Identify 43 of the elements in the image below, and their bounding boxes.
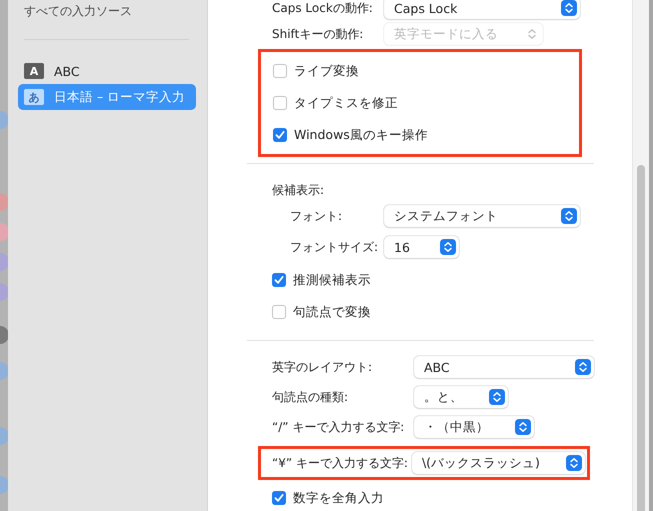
popup-select[interactable]: システムフォント bbox=[384, 205, 580, 227]
checkbox[interactable] bbox=[273, 128, 287, 142]
sidebar-item[interactable]: A ABC bbox=[18, 58, 196, 84]
input-source-badge: あ bbox=[24, 89, 44, 105]
stepper-icon bbox=[566, 455, 582, 471]
stepper-icon bbox=[515, 419, 531, 435]
stepper-icon bbox=[561, 208, 577, 224]
popup-select[interactable]: 16 bbox=[384, 236, 459, 258]
scrollbar-thumb[interactable] bbox=[637, 165, 645, 511]
checkbox[interactable] bbox=[273, 96, 287, 110]
popup-select[interactable]: ABC bbox=[414, 356, 594, 378]
checkbox[interactable] bbox=[272, 273, 286, 287]
popup-select[interactable]: Caps Lock bbox=[384, 0, 580, 19]
sidebar-item-label: ABC bbox=[54, 64, 80, 78]
field-label: Shiftキーの動作: bbox=[272, 26, 364, 42]
checkbox[interactable] bbox=[273, 64, 287, 78]
checkbox-label: 句読点で変換 bbox=[293, 304, 371, 320]
section-heading: 候補表示: bbox=[272, 182, 326, 199]
stepper-icon bbox=[561, 0, 577, 16]
field-label: 句読点の種類: bbox=[272, 388, 350, 406]
input-source-badge: A bbox=[24, 63, 44, 79]
field-label: “¥” キーで入力する文字: bbox=[272, 454, 409, 472]
stepper-icon bbox=[575, 359, 591, 375]
checkbox-label: ライブ変換 bbox=[294, 62, 359, 80]
checkbox[interactable] bbox=[272, 305, 286, 319]
checkbox-label: タイプミスを修正 bbox=[294, 94, 398, 112]
checkbox-label: Windows風のキー操作 bbox=[294, 126, 428, 144]
field-label: Caps Lockの動作: bbox=[272, 0, 374, 16]
sidebar-item[interactable]: あ 日本語 – ローマ字入力 bbox=[18, 84, 196, 110]
checkbox-label: 数字を全角入力 bbox=[293, 490, 384, 506]
field-label: “/” キーで入力する文字: bbox=[272, 418, 406, 436]
stepper-icon bbox=[440, 239, 456, 255]
popup-select[interactable]: 。と、 bbox=[414, 386, 508, 408]
checkbox[interactable] bbox=[272, 491, 286, 505]
popup-select[interactable]: \(バックスラッシュ) bbox=[412, 452, 585, 474]
stepper-icon bbox=[489, 389, 505, 405]
sidebar-header: すべての入力ソース bbox=[24, 3, 133, 20]
popup-select[interactable]: ・（中黒） bbox=[414, 416, 534, 438]
field-label: フォント: bbox=[290, 208, 344, 224]
checkbox-label: 推測候補表示 bbox=[293, 272, 371, 288]
sidebar-item-label: 日本語 – ローマ字入力 bbox=[54, 88, 186, 106]
field-label: フォントサイズ: bbox=[290, 238, 380, 256]
field-label: 英字のレイアウト: bbox=[272, 358, 374, 376]
